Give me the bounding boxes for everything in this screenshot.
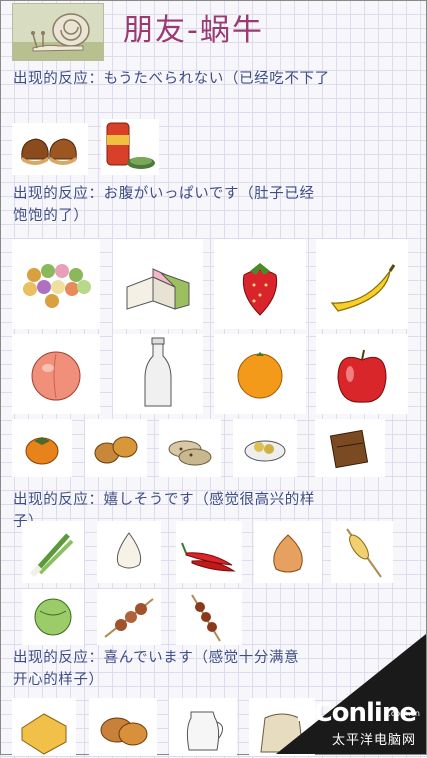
- food-card-milk-jug[interactable]: [169, 698, 237, 756]
- food-card-chocolate[interactable]: [315, 419, 385, 477]
- reaction-text-stuffed: 出现的反应：お腹がいっぱいです（肚子已经 饱饱的了）: [13, 186, 315, 224]
- banana-icon: [330, 264, 396, 312]
- food-card-tea-can[interactable]: [101, 119, 159, 175]
- food-card-cookies[interactable]: [159, 419, 221, 477]
- food-card-onion[interactable]: [254, 521, 322, 583]
- apple-icon: [337, 349, 387, 403]
- onion-icon: [273, 534, 303, 573]
- food-card-chili[interactable]: [176, 521, 242, 583]
- food-card-garlic[interactable]: [97, 521, 161, 583]
- food-card-milk-bottle[interactable]: [113, 334, 203, 414]
- chocolate-icon: [329, 429, 369, 469]
- tea-can-icon: [106, 122, 155, 169]
- senbei-icon: [94, 436, 138, 464]
- watermark: PConline .com.cn 太平洋电脑网: [276, 634, 426, 754]
- food-card-dango[interactable]: [12, 239, 100, 329]
- cookies-icon: [168, 440, 212, 466]
- orange-icon: [237, 352, 283, 399]
- watermark-subtitle: 太平洋电脑网: [331, 733, 416, 748]
- food-card-snack-bowl[interactable]: [233, 419, 297, 477]
- strawberry-icon: [242, 263, 278, 316]
- food-card-yakitori[interactable]: [176, 589, 242, 645]
- dango-icon: [23, 264, 91, 308]
- food-card-cabbage[interactable]: [22, 589, 84, 645]
- food-card-apple[interactable]: [316, 334, 408, 414]
- cabbage-icon: [34, 598, 72, 636]
- mochi-icon: [126, 268, 190, 310]
- milk-jug-icon: [186, 711, 223, 751]
- food-card-chestnuts[interactable]: [12, 123, 88, 175]
- food-card-persimmon[interactable]: [12, 419, 72, 477]
- cheese-icon: [21, 713, 67, 755]
- food-card-peach[interactable]: [12, 334, 100, 414]
- peach-icon: [31, 351, 81, 401]
- yakitori-icon: [191, 594, 221, 642]
- page-title: 朋友-蜗牛: [123, 13, 264, 48]
- chestnuts-icon: [21, 138, 77, 165]
- food-card-bread[interactable]: [89, 698, 157, 756]
- corn-skewer-icon: [346, 528, 382, 578]
- food-card-cheese[interactable]: [12, 698, 76, 756]
- food-card-corn-skewer[interactable]: [331, 521, 393, 583]
- watermark-domain: .com.cn: [388, 709, 420, 718]
- food-card-orange[interactable]: [214, 334, 306, 414]
- garlic-icon: [116, 532, 142, 569]
- snack-bowl-icon: [244, 440, 286, 462]
- food-card-banana[interactable]: [316, 239, 408, 329]
- snail-icon: [13, 13, 103, 60]
- meat-skewer-icon: [104, 598, 154, 638]
- food-card-meat-skewer[interactable]: [97, 589, 161, 645]
- snail-avatar: [12, 3, 104, 61]
- persimmon-icon: [25, 437, 59, 465]
- chili-icon: [181, 542, 236, 572]
- food-card-senbei[interactable]: [85, 419, 147, 477]
- food-card-strawberry[interactable]: [214, 239, 306, 329]
- reaction-text-full: 出现的反应：もうたべられない（已经吃不下了: [13, 71, 330, 87]
- scallion-icon: [29, 533, 74, 578]
- food-card-scallion[interactable]: [22, 521, 84, 583]
- milk-bottle-icon: [144, 337, 172, 407]
- bread-icon: [100, 717, 148, 746]
- food-card-mochi[interactable]: [113, 239, 203, 329]
